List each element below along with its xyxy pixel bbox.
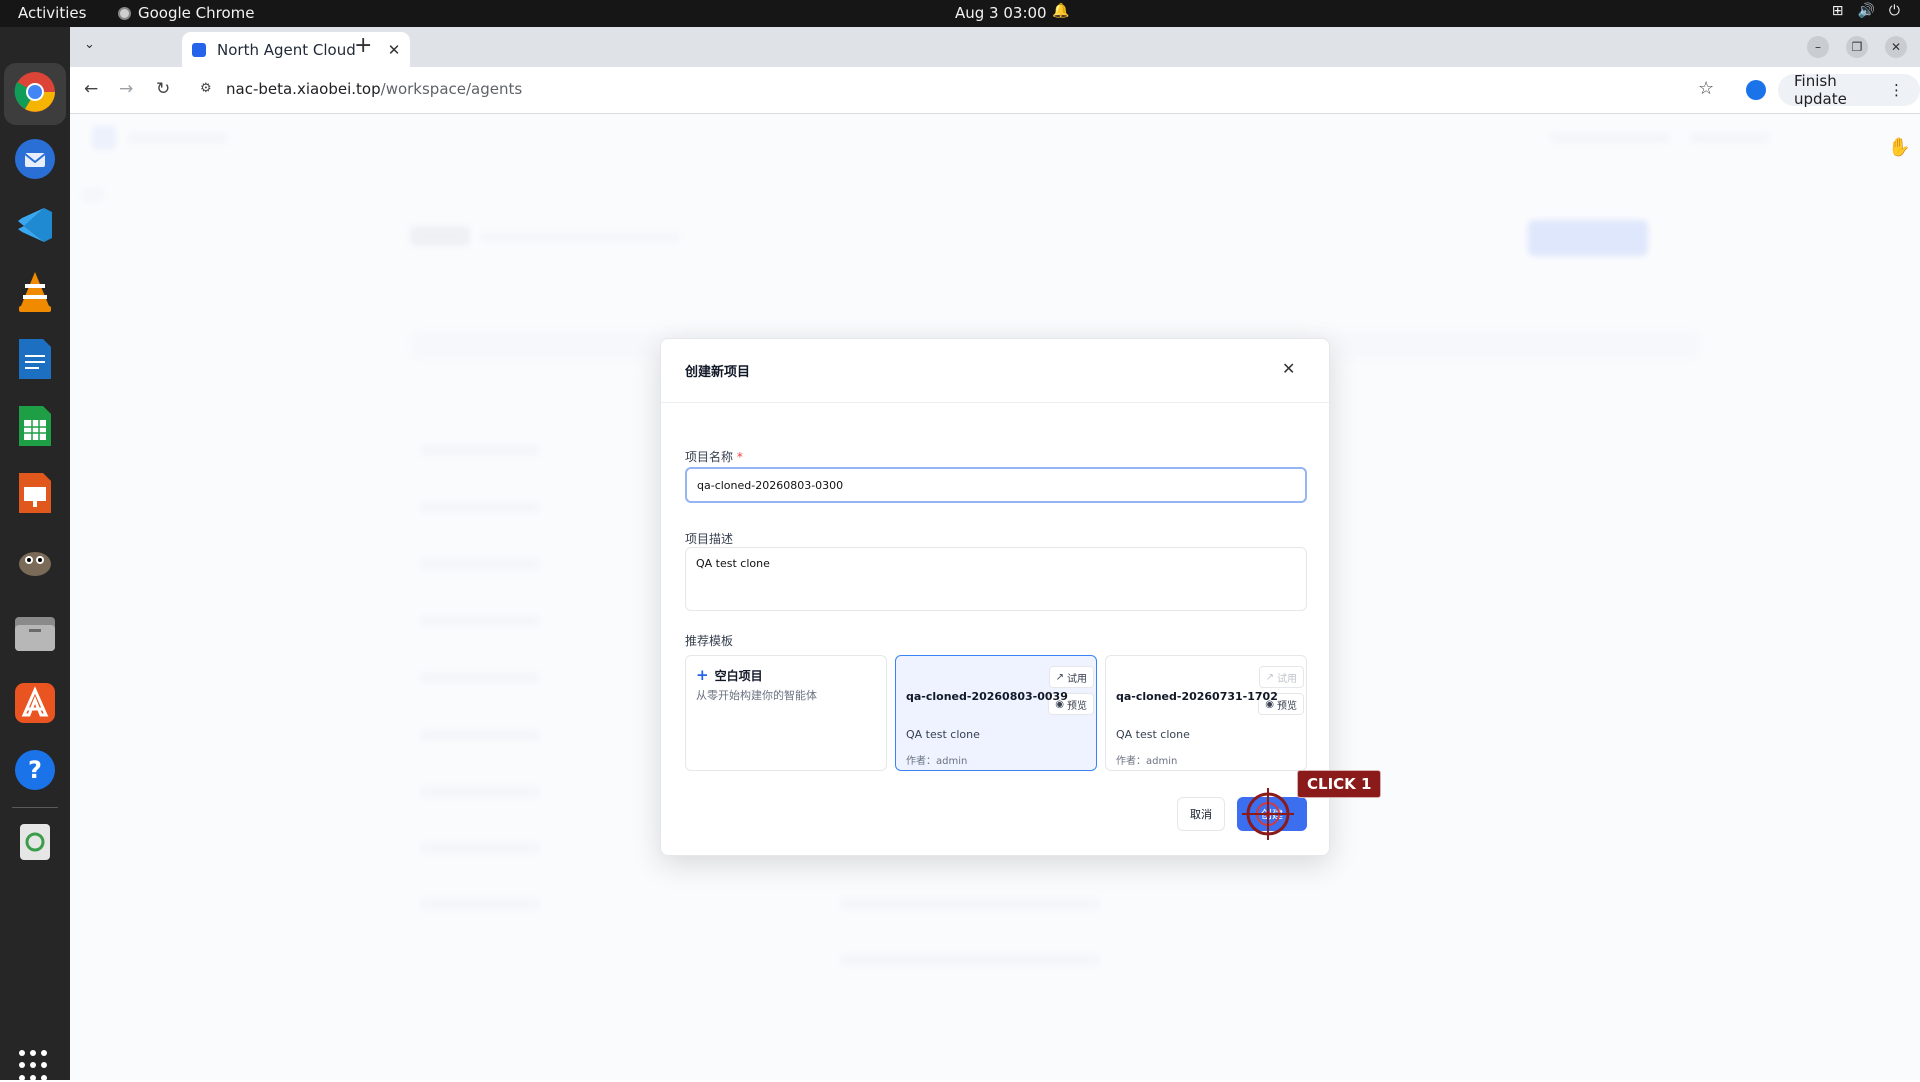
dialog-header: 创建新项目 ✕ [661,339,1329,403]
back-arrow-icon[interactable]: ← [84,79,98,99]
dialog-close-icon[interactable]: ✕ [1282,359,1295,378]
plus-icon: + [696,666,709,684]
system-top-bar: Activities Google Chrome Aug 3 03:00 🔔 ⊞… [0,0,1920,27]
reload-icon[interactable]: ↻ [156,79,170,99]
show-apps-icon[interactable] [19,1050,51,1082]
app-menu[interactable]: Google Chrome [118,4,255,22]
url-path: /workspace/agents [380,80,523,98]
dialog-title: 创建新项目 [685,365,751,380]
files-icon[interactable] [11,609,59,657]
browser-toolbar: ← → ↻ ⚙ nac-beta.xiaobei.top/workspace/a… [70,67,1920,114]
template-author: 作者：admin [906,756,968,767]
finish-update-button[interactable]: Finish update ⋮ [1778,72,1920,108]
cancel-button[interactable]: 取消 [1177,797,1225,831]
forward-arrow-icon[interactable]: → [119,79,133,99]
dock: ? [0,27,70,1082]
power-icon: ⏻ [1888,3,1900,19]
tab-search-chevron-down-icon[interactable]: ⌄ [84,37,95,52]
try-label: 试用 [1067,673,1087,685]
finish-update-label: Finish update [1794,72,1847,108]
dock-separator [12,807,58,808]
template-card[interactable]: ↗ 试用 ◉ 预览 qa-cloned-20260731-1702 QA test … [1105,655,1307,771]
preview-label: 预览 [1277,700,1297,712]
external-link-icon: ↗ [1055,671,1064,683]
templates-label: 推荐模板 [685,634,734,648]
try-label: 试用 [1277,673,1297,685]
thunderbird-icon[interactable] [11,135,59,183]
external-link-icon: ↗ [1265,671,1274,683]
project-name-label: 项目名称 * [685,448,743,465]
close-window-icon[interactable]: ✕ [1885,36,1907,58]
more-menu-icon[interactable]: ⋮ [1889,81,1904,99]
vlc-icon[interactable] [11,268,59,316]
preview-label: 预览 [1067,700,1087,712]
blank-project-label: 空白项目 [714,668,763,683]
address-bar[interactable]: nac-beta.xiaobei.top/workspace/agents [226,80,522,98]
restore-icon[interactable]: ❐ [1846,36,1868,58]
project-description-input[interactable]: QA test clone [685,547,1307,611]
clock[interactable]: Aug 3 03:00 [955,4,1047,22]
click-annotation-label: CLICK 1 [1297,770,1382,798]
profile-avatar-icon[interactable] [1746,80,1766,100]
create-project-dialog: 创建新项目 ✕ 项目名称 * 项目描述 QA test clone 推荐模板 +… [660,338,1330,856]
gimp-icon[interactable] [11,536,59,584]
notification-bell-icon: 🔔 [1052,3,1070,19]
network-icon: ⊞ [1831,3,1844,19]
blank-project-desc: 从零开始构建你的智能体 [696,689,817,702]
activities-button[interactable]: Activities [18,4,86,22]
template-desc: QA test clone [1116,728,1190,741]
tab-close-icon[interactable]: ✕ [384,41,404,59]
try-button[interactable]: ↗ 试用 [1048,666,1094,688]
template-card-blank[interactable]: + 空白项目 从零开始构建你的智能体 [685,655,887,771]
chrome-app-icon [118,6,131,20]
minimize-icon[interactable]: – [1807,36,1829,58]
blank-project-title: + 空白项目 [696,666,763,684]
project-name-label-text: 项目名称 [685,450,734,464]
template-author: 作者：admin [1116,756,1178,767]
click-target-crosshair-icon [1242,788,1294,840]
volume-icon: 🔊 [1857,3,1875,19]
project-name-input[interactable] [685,467,1307,503]
new-tab-plus-icon[interactable]: + [354,33,372,58]
mouse-cursor-icon: ✋ [1888,137,1911,158]
required-mark: * [736,450,743,464]
template-card[interactable]: ↗ 试用 ◉ 预览 qa-cloned-20260803-0039 QA test … [895,655,1097,771]
libreoffice-impress-icon[interactable] [11,469,59,517]
site-info-icon[interactable]: ⚙ [200,81,212,96]
system-tray[interactable]: ⊞ 🔊 ⏻ [1832,3,1900,19]
browser-tab[interactable]: North Agent Cloud ✕ [182,32,410,67]
template-title: qa-cloned-20260803-0039 [906,690,1068,703]
vscode-icon[interactable] [11,201,59,249]
chrome-icon[interactable] [11,68,59,116]
libreoffice-writer-icon[interactable] [11,335,59,383]
template-desc: QA test clone [906,728,980,741]
trash-icon[interactable] [11,817,59,865]
project-description-label: 项目描述 [685,532,734,546]
site-favicon-icon [192,42,206,57]
help-icon[interactable]: ? [11,746,59,794]
browser-tab-strip: ⌄ North Agent Cloud ✕ + – ❐ ✕ [70,27,1920,67]
libreoffice-calc-icon[interactable] [11,402,59,450]
svg-text:?: ? [28,756,42,784]
bookmark-star-icon[interactable]: ☆ [1698,78,1714,99]
app-center-icon[interactable] [11,679,59,727]
app-menu-label: Google Chrome [138,4,255,22]
try-button[interactable]: ↗ 试用 [1258,666,1304,688]
url-host: nac-beta.xiaobei.top [226,80,381,98]
template-title: qa-cloned-20260731-1702 [1116,690,1278,703]
